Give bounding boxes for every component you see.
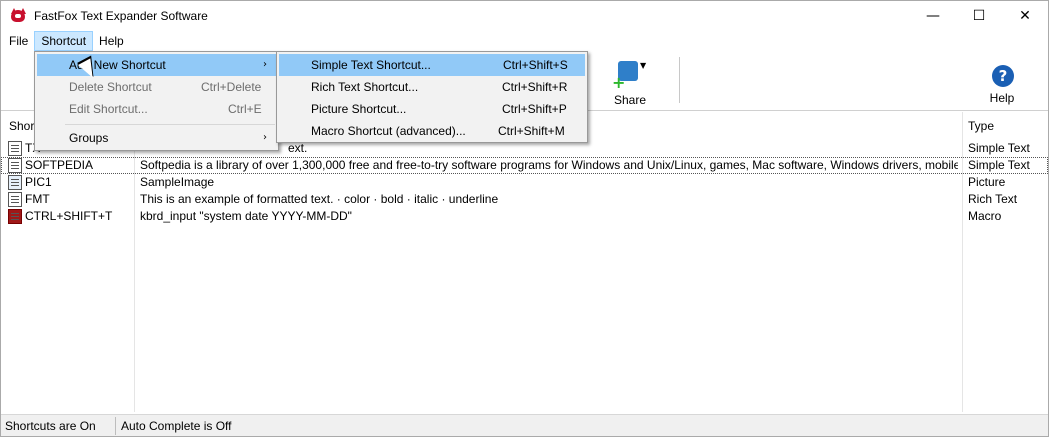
- menu-item-accelerator: Ctrl+Shift+P: [502, 102, 567, 116]
- shortcuts-status: Shortcuts are On: [5, 419, 96, 433]
- row-type: Simple Text: [968, 141, 1030, 155]
- row-text: Softpedia is a library of over 1,300,000…: [140, 158, 958, 172]
- row-text: kbrd_input "system date YYYY-MM-DD": [140, 209, 352, 223]
- help-button[interactable]: ? Help: [982, 61, 1022, 107]
- menu-item-label: Delete Shortcut: [69, 80, 152, 94]
- table-row[interactable]: PIC1 SampleImage Picture: [1, 174, 1048, 191]
- menu-item-label: Groups: [69, 131, 109, 145]
- window-controls: — ☐ ✕: [910, 1, 1048, 31]
- text-doc-icon: [8, 158, 22, 173]
- menu-separator: [65, 124, 275, 125]
- table-row[interactable]: SOFTPEDIA Softpedia is a library of over…: [1, 157, 1048, 174]
- menu-item-add-new-shortcut[interactable]: Add New Shortcut ›: [37, 54, 276, 76]
- menu-item-rich-text-shortcut[interactable]: Rich Text Shortcut... Ctrl+Shift+R: [279, 76, 585, 98]
- menu-item-label: Edit Shortcut...: [69, 102, 148, 116]
- menu-item-label: Macro Shortcut (advanced)...: [311, 124, 466, 138]
- menu-item-accelerator: Ctrl+Delete: [201, 80, 262, 94]
- menu-item-accelerator: Ctrl+E: [228, 102, 262, 116]
- app-window: FastFox Text Expander Software — ☐ ✕ Fil…: [0, 0, 1049, 437]
- menu-item-picture-shortcut[interactable]: Picture Shortcut... Ctrl+Shift+P: [279, 98, 585, 120]
- status-divider: [115, 417, 116, 435]
- row-text: This is an example of formatted text. · …: [140, 192, 499, 206]
- help-icon: ?: [992, 65, 1014, 87]
- menu-item-label: Rich Text Shortcut...: [311, 80, 419, 94]
- help-label: Help: [989, 91, 1015, 105]
- title-bar: FastFox Text Expander Software — ☐ ✕: [1, 1, 1048, 31]
- plus-icon: +: [612, 73, 626, 92]
- menu-item-delete-shortcut[interactable]: Delete Shortcut Ctrl+Delete: [37, 76, 276, 98]
- table-row[interactable]: CTRL+SHIFT+T kbrd_input "system date YYY…: [1, 208, 1048, 225]
- text-doc-icon: [8, 141, 22, 156]
- row-type: Macro: [968, 209, 1002, 223]
- menu-bar: File Shortcut Help: [1, 31, 1048, 51]
- row-shortcut: FMT: [25, 192, 50, 206]
- column-header-type[interactable]: Type: [968, 112, 1046, 140]
- table-row[interactable]: FMT This is an example of formatted text…: [1, 191, 1048, 208]
- chevron-down-icon[interactable]: ▼: [640, 61, 646, 70]
- fox-app-icon: [10, 8, 26, 24]
- row-type: Rich Text: [968, 192, 1018, 206]
- menu-item-macro-shortcut[interactable]: Macro Shortcut (advanced)... Ctrl+Shift+…: [279, 120, 585, 142]
- row-type: Picture: [968, 175, 1006, 189]
- status-bar: Shortcuts are On Auto Complete is Off: [1, 414, 1048, 436]
- menu-item-simple-text-shortcut[interactable]: Simple Text Shortcut... Ctrl+Shift+S: [279, 54, 585, 76]
- shortcut-menu: Add New Shortcut › Delete Shortcut Ctrl+…: [34, 51, 279, 151]
- macro-doc-icon: [8, 209, 22, 224]
- chevron-right-icon: ›: [263, 132, 267, 143]
- minimize-button[interactable]: —: [910, 1, 956, 31]
- maximize-button[interactable]: ☐: [956, 1, 1002, 31]
- menu-shortcut[interactable]: Shortcut: [34, 31, 94, 51]
- row-text: SampleImage: [140, 175, 215, 189]
- menu-item-accelerator: Ctrl+Shift+R: [502, 80, 568, 94]
- menu-help[interactable]: Help: [93, 31, 130, 51]
- close-button[interactable]: ✕: [1002, 1, 1048, 31]
- picture-doc-icon: [8, 175, 22, 190]
- row-shortcut: CTRL+SHIFT+T: [25, 209, 113, 223]
- menu-item-label: Simple Text Shortcut...: [311, 58, 431, 72]
- chevron-right-icon: ›: [263, 59, 267, 70]
- share-button[interactable]: + ▼ Share: [610, 57, 650, 107]
- autocomplete-status: Auto Complete is Off: [121, 419, 232, 433]
- rich-text-doc-icon: [8, 192, 22, 207]
- menu-item-accelerator: Ctrl+Shift+S: [503, 58, 568, 72]
- menu-item-label: Picture Shortcut...: [311, 102, 407, 116]
- row-type: Simple Text: [968, 158, 1030, 172]
- menu-item-groups[interactable]: Groups ›: [37, 127, 276, 149]
- add-shortcut-submenu: Simple Text Shortcut... Ctrl+Shift+S Ric…: [276, 51, 588, 143]
- window-title: FastFox Text Expander Software: [34, 9, 208, 23]
- menu-item-edit-shortcut[interactable]: Edit Shortcut... Ctrl+E: [37, 98, 276, 120]
- share-label: Share: [613, 93, 647, 107]
- toolbar-separator: [679, 57, 680, 103]
- menu-item-accelerator: Ctrl+Shift+M: [498, 124, 565, 138]
- shortcut-list[interactable]: Short Type TX ext. Simple Text SOFTPEDIA…: [1, 112, 1048, 414]
- row-shortcut: PIC1: [25, 175, 52, 189]
- menu-file[interactable]: File: [1, 31, 34, 51]
- row-shortcut: SOFTPEDIA: [25, 158, 94, 172]
